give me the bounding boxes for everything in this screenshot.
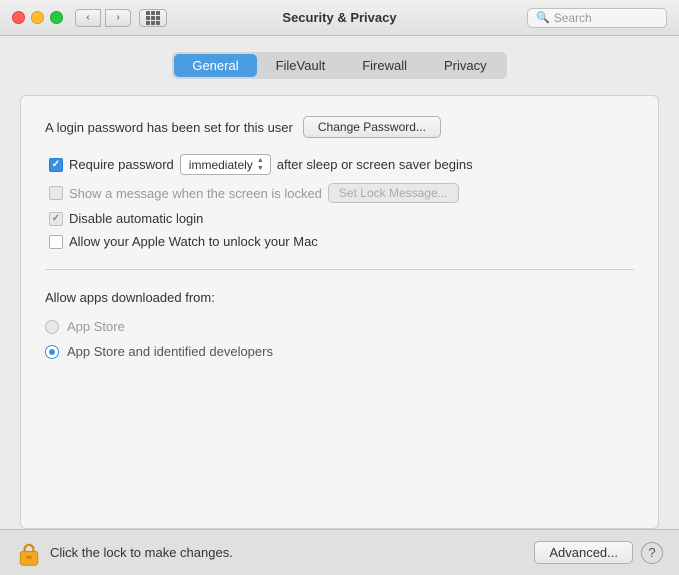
login-row: A login password has been set for this u… xyxy=(45,116,634,138)
grid-button[interactable] xyxy=(139,9,167,27)
disable-auto-login-row: Disable automatic login xyxy=(49,211,634,226)
app-store-only-label: App Store xyxy=(67,319,125,334)
bottom-bar: Click the lock to make changes. Advanced… xyxy=(0,529,679,575)
search-bar[interactable]: 🔍 Search xyxy=(527,8,667,28)
immediately-dropdown[interactable]: immediately ▲ ▼ xyxy=(180,154,271,175)
maximize-button[interactable] xyxy=(50,11,63,24)
apple-watch-checkbox[interactable] xyxy=(49,235,63,249)
login-password-text: A login password has been set for this u… xyxy=(45,120,293,135)
window-title: Security & Privacy xyxy=(282,10,396,25)
show-message-row: Show a message when the screen is locked… xyxy=(49,183,634,203)
show-message-checkbox[interactable] xyxy=(49,186,63,200)
search-placeholder: Search xyxy=(554,11,592,25)
grid-icon xyxy=(146,11,160,25)
section-divider xyxy=(45,269,634,270)
disable-auto-login-label: Disable automatic login xyxy=(69,211,203,226)
app-store-identified-radio[interactable] xyxy=(45,345,59,359)
set-lock-message-button[interactable]: Set Lock Message... xyxy=(328,183,459,203)
change-password-button[interactable]: Change Password... xyxy=(303,116,441,138)
lock-icon xyxy=(16,539,42,567)
immediately-value: immediately xyxy=(189,158,253,172)
require-password-label: Require password xyxy=(69,157,174,172)
close-button[interactable] xyxy=(12,11,25,24)
search-icon: 🔍 xyxy=(536,11,550,24)
lock-text: Click the lock to make changes. xyxy=(50,545,233,560)
allow-apps-section: Allow apps downloaded from: App Store Ap… xyxy=(45,290,634,359)
forward-button[interactable]: › xyxy=(105,9,131,27)
tab-general[interactable]: General xyxy=(174,54,256,77)
tab-privacy[interactable]: Privacy xyxy=(426,54,505,77)
traffic-lights xyxy=(12,11,63,24)
require-password-row: Require password immediately ▲ ▼ after s… xyxy=(49,154,634,175)
tab-firewall[interactable]: Firewall xyxy=(344,54,425,77)
disable-auto-login-checkbox[interactable] xyxy=(49,212,63,226)
help-button[interactable]: ? xyxy=(641,542,663,564)
app-store-identified-row: App Store and identified developers xyxy=(45,344,634,359)
content-area: General FileVault Firewall Privacy A log… xyxy=(0,36,679,529)
nav-buttons: ‹ › xyxy=(75,9,131,27)
advanced-button[interactable]: Advanced... xyxy=(534,541,633,564)
app-store-only-radio[interactable] xyxy=(45,320,59,334)
require-password-checkbox[interactable] xyxy=(49,158,63,172)
show-message-label: Show a message when the screen is locked xyxy=(69,186,322,201)
tab-filevault[interactable]: FileVault xyxy=(258,54,344,77)
tabs-container: General FileVault Firewall Privacy xyxy=(20,52,659,79)
options-section: Require password immediately ▲ ▼ after s… xyxy=(49,154,634,249)
settings-panel: A login password has been set for this u… xyxy=(20,95,659,529)
minimize-button[interactable] xyxy=(31,11,44,24)
apple-watch-row: Allow your Apple Watch to unlock your Ma… xyxy=(49,234,634,249)
back-button[interactable]: ‹ xyxy=(75,9,101,27)
app-store-identified-label: App Store and identified developers xyxy=(67,344,273,359)
allow-apps-title: Allow apps downloaded from: xyxy=(45,290,634,305)
title-bar: ‹ › Security & Privacy 🔍 Search xyxy=(0,0,679,36)
after-sleep-text: after sleep or screen saver begins xyxy=(277,157,473,172)
app-store-only-row: App Store xyxy=(45,319,634,334)
bottom-right: Advanced... ? xyxy=(534,541,663,564)
apple-watch-label: Allow your Apple Watch to unlock your Ma… xyxy=(69,234,318,249)
tab-group: General FileVault Firewall Privacy xyxy=(172,52,506,79)
dropdown-arrows-icon: ▲ ▼ xyxy=(257,157,264,172)
